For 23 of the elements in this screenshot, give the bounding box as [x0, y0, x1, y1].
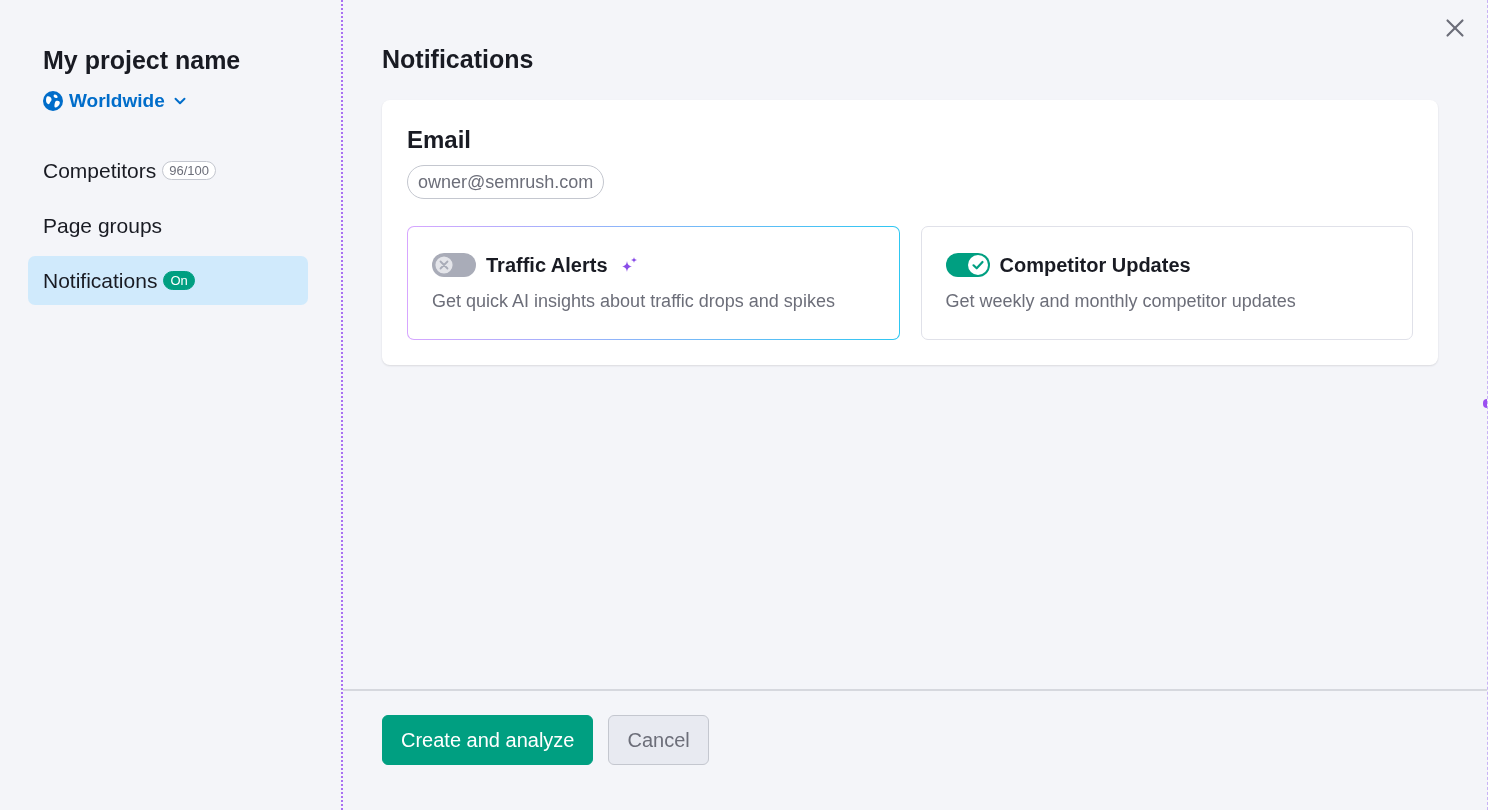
secondary-button[interactable]: Cancel — [608, 715, 709, 765]
option-description: Get quick AI insights about traffic drops and spikes — [432, 290, 835, 312]
edge-handle-icon[interactable] — [1483, 399, 1487, 408]
toggle-switch[interactable] — [432, 253, 476, 277]
count-badge: 96/100 — [162, 161, 216, 180]
sidebar-item-label: Page groups — [43, 213, 163, 238]
section-title: Email — [407, 125, 472, 155]
page-title: Notifications — [382, 44, 534, 74]
sidebar-item[interactable]: Notifications On — [28, 256, 308, 305]
sidebar-item-label: Notifications — [43, 268, 158, 293]
project-name: My project name — [43, 45, 242, 75]
region-selector[interactable]: Worldwide — [43, 89, 189, 113]
check-icon — [967, 255, 988, 275]
option-title: Traffic Alerts — [486, 253, 608, 277]
sidebar-item[interactable]: Page groups — [28, 201, 308, 250]
toggle-switch[interactable] — [945, 253, 990, 277]
cross-icon — [434, 255, 454, 275]
option-title: Competitor Updates — [999, 253, 1191, 277]
sidebar-item-label: Competitors — [43, 158, 157, 183]
status-badge: On — [163, 271, 195, 290]
globe-icon — [43, 91, 63, 111]
sidebar-item[interactable]: Competitors 96/100 — [28, 146, 308, 195]
option-description: Get weekly and monthly competitor updates — [945, 290, 1296, 312]
